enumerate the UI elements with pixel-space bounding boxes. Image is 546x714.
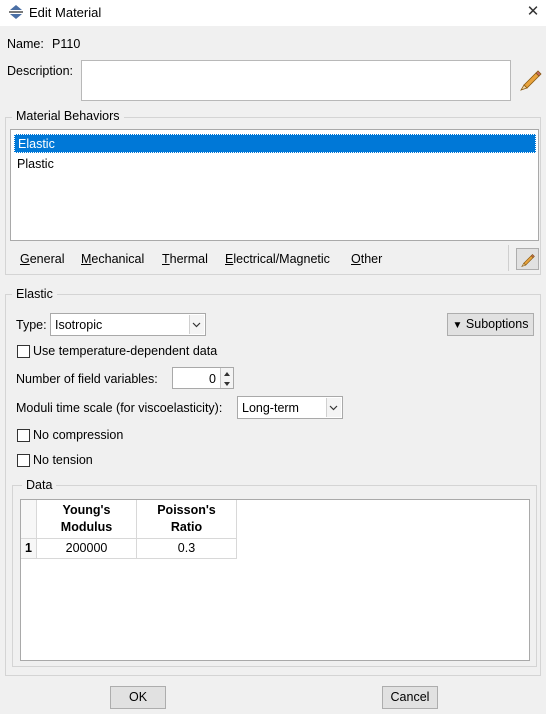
spin-up-icon[interactable] [220, 368, 233, 378]
menu-mechanical[interactable]: Mechanical [81, 252, 144, 266]
menu-other[interactable]: Other [351, 252, 382, 266]
data-title: Data [22, 478, 57, 492]
moduli-value: Long-term [242, 401, 299, 415]
temp-dependent-checkbox[interactable] [17, 345, 30, 358]
data-table[interactable]: Young's Modulus Poisson's Ratio 1 200000 0… [20, 499, 530, 661]
window-title: Edit Material [29, 5, 102, 20]
no-compression-checkbox[interactable] [17, 429, 30, 442]
suboptions-label: Suboptions [465, 317, 529, 331]
behaviors-list[interactable]: Elastic Plastic [10, 129, 539, 241]
edit-description-icon[interactable] [518, 67, 542, 91]
menu-thermal[interactable]: Thermal [162, 252, 208, 266]
no-tension-checkbox[interactable] [17, 454, 30, 467]
menu-divider [508, 245, 509, 271]
row-header: 1 [21, 539, 37, 559]
chevron-down-icon [326, 398, 341, 417]
field-variables-label: Number of field variables: [16, 372, 158, 386]
description-label: Description: [7, 64, 73, 78]
behavior-item-plastic[interactable]: Plastic [14, 155, 536, 174]
edit-behavior-button[interactable] [516, 248, 539, 270]
material-behaviors-title: Material Behaviors [12, 109, 124, 123]
menu-electrical-magnetic[interactable]: Electrical/Magnetic [225, 252, 330, 266]
suboptions-button[interactable]: ▼ Suboptions [447, 313, 534, 336]
behavior-item-elastic[interactable]: Elastic [14, 134, 536, 153]
ok-button[interactable]: OK [110, 686, 166, 709]
no-tension-label: No tension [33, 453, 93, 467]
table-cell-youngs-modulus[interactable]: 200000 [37, 539, 137, 559]
chevron-down-icon [189, 315, 204, 334]
edit-material-icon [9, 5, 23, 19]
table-cell-poissons-ratio[interactable]: 0.3 [137, 539, 237, 559]
moduli-label: Moduli time scale (for viscoelasticity): [16, 401, 223, 415]
spin-down-icon[interactable] [220, 378, 233, 388]
type-select[interactable]: Isotropic [50, 313, 206, 336]
cancel-button[interactable]: Cancel [382, 686, 438, 709]
temp-dependent-label: Use temperature-dependent data [33, 344, 218, 358]
close-button[interactable]: ✕ [522, 1, 544, 23]
field-variables-value: 0 [209, 372, 216, 386]
no-compression-label: No compression [33, 428, 124, 442]
table-corner [21, 500, 37, 539]
column-header-youngs-modulus[interactable]: Young's Modulus [37, 500, 137, 539]
menu-general[interactable]: General [20, 252, 64, 266]
moduli-select[interactable]: Long-term [237, 396, 343, 419]
close-icon: ✕ [526, 3, 540, 20]
field-variables-spinner[interactable]: 0 [172, 367, 234, 389]
elastic-title: Elastic [12, 287, 57, 301]
name-label: Name: [7, 37, 44, 51]
triangle-down-icon: ▼ [452, 320, 463, 331]
type-value: Isotropic [55, 318, 103, 332]
column-header-poissons-ratio[interactable]: Poisson's Ratio [137, 500, 237, 539]
name-value: P110 [52, 37, 81, 51]
description-field[interactable] [81, 60, 511, 101]
pencil-icon [521, 254, 535, 267]
type-label: Type: [16, 318, 47, 332]
